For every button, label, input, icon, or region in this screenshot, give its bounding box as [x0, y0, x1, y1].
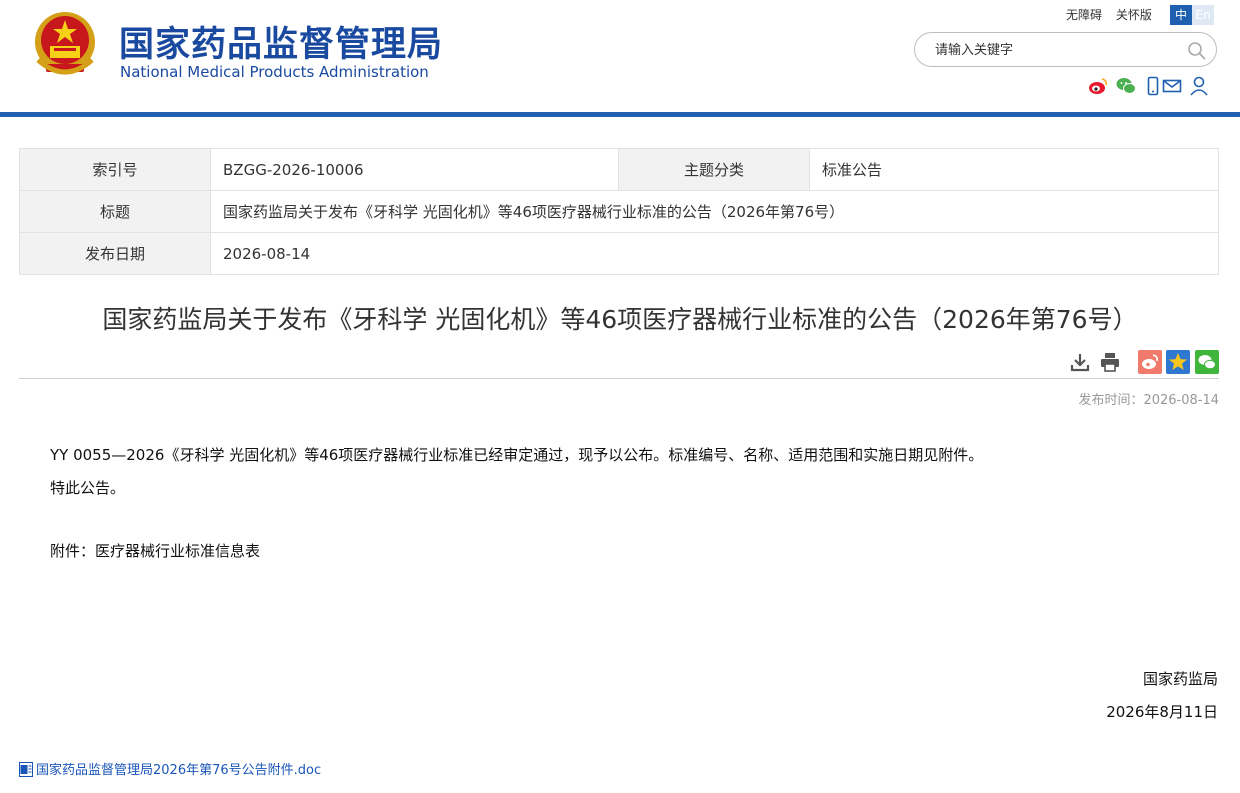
- index-label: 索引号: [19, 148, 211, 191]
- attachment-link[interactable]: 国家药品监督管理局2026年第76号公告附件.doc: [19, 759, 321, 778]
- print-icon[interactable]: [1098, 350, 1122, 374]
- signature-date: 2026年8月11日: [1106, 703, 1218, 721]
- language-switch: 中 En: [1170, 4, 1214, 25]
- table-row: 发布日期 2026-08-14: [19, 232, 1219, 275]
- document-info-table: 索引号 BZGG-2026-10006 主题分类 标准公告 标题 国家药监局关于…: [19, 148, 1219, 275]
- title-value: 国家药监局关于发布《牙科学 光固化机》等46项医疗器械行业标准的公告（2026年…: [210, 190, 1219, 233]
- favorite-icon[interactable]: [1166, 350, 1190, 374]
- care-mode-link[interactable]: 关怀版: [1116, 8, 1152, 22]
- wechat-icon[interactable]: [1115, 75, 1137, 97]
- category-label: 主题分类: [618, 148, 810, 191]
- date-label: 发布日期: [19, 232, 211, 275]
- search-input[interactable]: [933, 39, 1177, 61]
- index-value: BZGG-2026-10006: [210, 148, 619, 191]
- signature-org: 国家药监局: [1142, 670, 1218, 688]
- article-paragraph: YY 0055—2026《牙科学 光固化机》等46项医疗器械行业标准已经审定通过…: [50, 446, 984, 464]
- national-emblem-icon: [35, 12, 95, 75]
- site-title-cn: 国家药品监督管理局: [119, 25, 444, 65]
- article-divider: [19, 378, 1219, 379]
- table-row: 索引号 BZGG-2026-10006 主题分类 标准公告: [19, 148, 1219, 191]
- attachment-note: 附件：医疗器械行业标准信息表: [50, 542, 261, 560]
- lang-en-button[interactable]: En: [1192, 5, 1214, 25]
- article-title: 国家药监局关于发布《牙科学 光固化机》等46项医疗器械行业标准的公告（2026年…: [102, 305, 1138, 334]
- header-divider: [0, 112, 1240, 117]
- table-row: 标题 国家药监局关于发布《牙科学 光固化机》等46项医疗器械行业标准的公告（20…: [19, 190, 1219, 233]
- date-value: 2026-08-14: [210, 232, 1219, 275]
- article-paragraph: 特此公告。: [50, 479, 126, 497]
- lang-zh-button[interactable]: 中: [1170, 5, 1192, 25]
- weibo-share-icon[interactable]: [1138, 350, 1162, 374]
- publish-time: 发布时间：2026-08-14: [1078, 393, 1219, 408]
- user-icon[interactable]: [1188, 75, 1210, 97]
- title-label: 标题: [19, 190, 211, 233]
- search-icon[interactable]: [1187, 41, 1207, 61]
- search-box: [914, 32, 1217, 67]
- mail-icon[interactable]: [1161, 75, 1183, 97]
- category-value: 标准公告: [809, 148, 1219, 191]
- site-header: 国家药品监督管理局 National Medical Products Admi…: [0, 0, 1240, 117]
- site-title-en: National Medical Products Administration: [120, 63, 429, 81]
- download-icon[interactable]: [1068, 350, 1092, 374]
- attachment-link-label[interactable]: 国家药品监督管理局2026年第76号公告附件.doc: [36, 763, 321, 778]
- weibo-icon[interactable]: [1087, 75, 1109, 97]
- top-links: 无障碍 关怀版: [1066, 6, 1162, 23]
- word-doc-icon: [19, 762, 33, 777]
- wechat-share-icon[interactable]: [1195, 350, 1219, 374]
- accessibility-link[interactable]: 无障碍: [1066, 8, 1102, 22]
